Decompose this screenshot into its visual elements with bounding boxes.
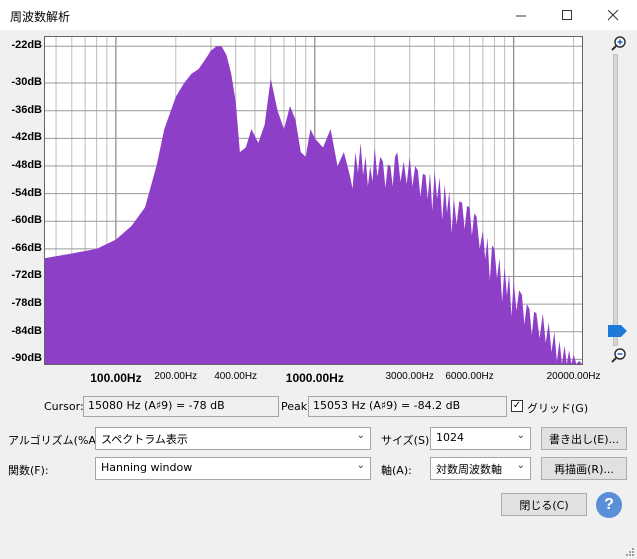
chevron-down-icon: ⌄ (356, 460, 365, 471)
y-tick-label: -42dB (11, 131, 42, 144)
grid-label[interactable]: グリッド(G) (527, 400, 588, 416)
y-tick-label: -54dB (11, 186, 42, 199)
function-select[interactable]: Hanning window ⌄ (95, 457, 371, 480)
cursor-label: Cursor: (44, 400, 84, 413)
zoom-in-icon[interactable] (611, 36, 627, 52)
y-tick-label: -78dB (11, 297, 42, 310)
close-button[interactable]: 閉じる(C) (501, 493, 587, 516)
close-icon[interactable] (590, 0, 636, 30)
x-tick-label: 200.00Hz (154, 371, 198, 382)
x-tick-label: 100.00Hz (90, 371, 142, 385)
x-tick-label: 6000.00Hz (445, 371, 494, 382)
resize-grip-icon[interactable] (625, 547, 635, 557)
algorithm-label: アルゴリズム(%A): (8, 434, 104, 447)
axis-select[interactable]: 対数周波数軸 ⌄ (430, 457, 531, 480)
zoom-slider-track[interactable] (613, 54, 618, 346)
spectrum-area (45, 46, 582, 364)
spectrum-svg (45, 37, 582, 364)
y-tick-label: -66dB (11, 241, 42, 254)
maximize-icon[interactable] (544, 0, 590, 30)
x-tick-label: 400.00Hz (214, 371, 258, 382)
spectrum-plot[interactable] (44, 36, 583, 365)
replot-button[interactable]: 再描画(R)... (541, 457, 627, 480)
window-title: 周波数解析 (10, 10, 71, 24)
y-tick-label: -30dB (11, 76, 42, 89)
y-tick-label: -84dB (11, 324, 42, 337)
size-select[interactable]: 1024 ⌄ (430, 427, 531, 450)
y-tick-label: -90dB (11, 352, 42, 365)
y-tick-label: -22dB (11, 39, 42, 52)
x-tick-label: 3000.00Hz (385, 371, 434, 382)
zoom-out-icon[interactable] (611, 348, 627, 364)
axis-label: 軸(A): (381, 464, 412, 477)
chevron-down-icon: ⌄ (516, 460, 525, 471)
x-tick-label: 1000.00Hz (285, 371, 344, 385)
help-button[interactable]: ? (596, 492, 622, 518)
y-tick-label: -48dB (11, 158, 42, 171)
algorithm-select[interactable]: スペクトラム表示 ⌄ (95, 427, 371, 450)
chevron-down-icon: ⌄ (356, 430, 365, 441)
cursor-readout: 15080 Hz (A♯9) = -78 dB (83, 396, 279, 417)
x-tick-label: 20000.00Hz (546, 371, 601, 382)
algorithm-value: スペクトラム表示 (101, 433, 188, 446)
zoom-slider-thumb[interactable] (608, 325, 627, 337)
peak-readout: 15053 Hz (A♯9) = -84.2 dB (308, 396, 507, 417)
size-value: 1024 (436, 431, 464, 444)
title-bar: 周波数解析 (0, 0, 637, 30)
minimize-icon[interactable] (498, 0, 544, 30)
function-label: 関数(F): (8, 464, 49, 477)
size-label: サイズ(S): (381, 434, 433, 447)
export-button[interactable]: 書き出し(E)... (541, 427, 627, 450)
y-tick-label: -72dB (11, 269, 42, 282)
y-tick-label: -36dB (11, 103, 42, 116)
chevron-down-icon: ⌄ (516, 430, 525, 441)
function-value: Hanning window (101, 461, 193, 474)
y-tick-label: -60dB (11, 214, 42, 227)
peak-label: Peak: (281, 400, 311, 413)
grid-checkbox[interactable]: ✓ (511, 400, 523, 412)
axis-value: 対数周波数軸 (436, 463, 502, 476)
